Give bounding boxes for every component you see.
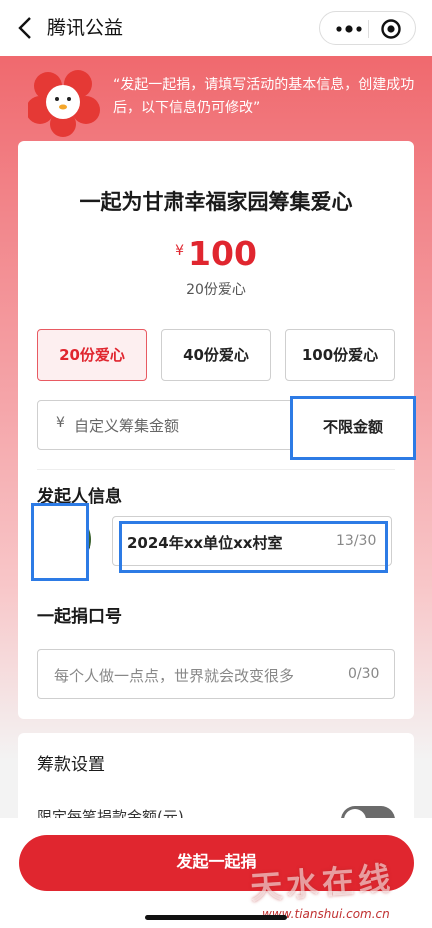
currency-symbol: ¥ (175, 243, 185, 259)
slogan-count: 0/30 (348, 666, 380, 682)
amount-display: ¥100 (0, 234, 432, 273)
initiator-name-count: 13/30 (336, 533, 377, 549)
custom-currency-symbol: ¥ (56, 415, 65, 431)
amount-value: 100 (188, 234, 257, 273)
back-icon[interactable] (14, 14, 38, 42)
capsule-divider (368, 20, 369, 38)
more-icon[interactable] (334, 21, 364, 37)
divider (37, 469, 395, 470)
settings-section-title: 筹款设置 (37, 755, 105, 775)
custom-amount-placeholder: 自定义筹集金额 (74, 417, 180, 435)
option-20-shares[interactable]: 20份爱心 (37, 329, 147, 381)
intro-text: “发起一起捐，请填写活动的基本信息，创建成功后，以下信息仍可修改” (113, 77, 415, 116)
slogan-section-title: 一起捐口号 (37, 607, 122, 627)
home-indicator (145, 915, 287, 920)
mascot-flower-icon (28, 70, 100, 137)
app-title: 腾讯公益 (47, 17, 124, 39)
slogan-input[interactable]: 每个人做一点点，世界就会改变很多 0/30 (37, 649, 395, 699)
amount-share-count: 20份爱心 (186, 282, 246, 298)
close-target-icon[interactable] (380, 18, 402, 40)
avatar-highlight (31, 503, 89, 581)
initiator-name-value: 2024年xx单位xx村室 (127, 534, 283, 552)
unlimited-amount-button[interactable]: 不限金额 (290, 396, 416, 460)
menu-capsule (319, 11, 416, 45)
title-bar: 腾讯公益 (0, 0, 432, 56)
slogan-placeholder: 每个人做一点点，世界就会改变很多 (54, 667, 295, 685)
option-100-shares[interactable]: 100份爱心 (285, 329, 395, 381)
campaign-title: 一起为甘肃幸福家园筹集爱心 (79, 190, 353, 214)
option-40-shares[interactable]: 40份爱心 (161, 329, 271, 381)
